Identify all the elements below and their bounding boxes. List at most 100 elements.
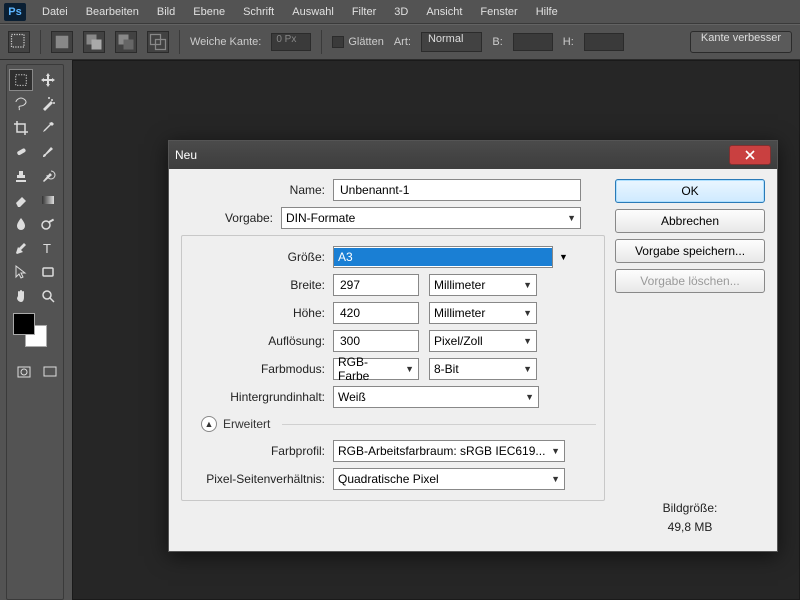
marquee-add-icon[interactable] [83,31,105,53]
height-input[interactable] [333,302,419,324]
colormode-select[interactable]: RGB-Farbe▼ [333,358,419,380]
menu-ebene[interactable]: Ebene [185,3,233,21]
feather-label: Weiche Kante: [190,36,261,48]
brush-tool-icon[interactable] [36,141,60,163]
width-label: Breite: [181,278,333,292]
menu-filter[interactable]: Filter [344,3,384,21]
delete-preset-button[interactable]: Vorgabe löschen... [615,269,765,293]
feather-input[interactable]: 0 Px [271,33,311,51]
resolution-unit-select[interactable]: Pixel/Zoll▼ [429,330,537,352]
marquee-tool-icon[interactable] [9,69,33,91]
move-tool-icon[interactable] [36,69,60,91]
background-label: Hintergrundinhalt: [181,390,333,404]
colormode-value: RGB-Farbe [338,355,399,383]
colormode-label: Farbmodus: [181,362,333,376]
antialias-checkbox[interactable]: Glätten [332,36,383,48]
separator [179,30,180,54]
colorprofile-label: Farbprofil: [181,444,333,458]
marquee-new-icon[interactable] [51,31,73,53]
menu-ansicht[interactable]: Ansicht [418,3,470,21]
eyedropper-tool-icon[interactable] [36,117,60,139]
height-input[interactable] [584,33,624,51]
type-tool-icon[interactable]: T [36,237,60,259]
height-label: Höhe: [181,306,333,320]
close-icon [745,150,755,160]
filesize-info: Bildgröße: 49,8 MB [615,499,765,537]
cancel-button[interactable]: Abbrechen [615,209,765,233]
screenmode-icon[interactable] [39,361,61,383]
lasso-tool-icon[interactable] [9,93,33,115]
resolution-label: Auflösung: [181,334,333,348]
quickmask-icon[interactable] [13,361,35,383]
heal-tool-icon[interactable] [9,141,33,163]
width-unit-value: Millimeter [434,278,485,292]
separator [40,30,41,54]
menu-datei[interactable]: Datei [34,3,76,21]
menubar: Ps Datei Bearbeiten Bild Ebene Schrift A… [0,0,800,24]
foreground-color-swatch[interactable] [13,313,35,335]
crop-tool-icon[interactable] [9,117,33,139]
tools-panel: T [6,64,64,600]
resolution-unit-value: Pixel/Zoll [434,334,483,348]
size-value: A3 [334,248,552,266]
width-input[interactable] [513,33,553,51]
width-input[interactable] [333,274,419,296]
size-label: Größe: [181,250,333,264]
shape-tool-icon[interactable] [36,261,60,283]
width-label: B: [492,36,502,48]
dialog-titlebar[interactable]: Neu [169,141,777,169]
colorprofile-select[interactable]: RGB-Arbeitsfarbraum: sRGB IEC619...▼ [333,440,565,462]
dodge-tool-icon[interactable] [36,213,60,235]
dialog-title: Neu [175,148,197,162]
blur-tool-icon[interactable] [9,213,33,235]
menu-schrift[interactable]: Schrift [235,3,282,21]
hand-tool-icon[interactable] [9,285,33,307]
new-document-dialog: Neu Name: Vorgabe: DIN-Formate▼ Größe: A… [168,140,778,552]
marquee-sub-icon[interactable] [115,31,137,53]
name-label: Name: [181,183,333,197]
separator [321,30,322,54]
menu-bild[interactable]: Bild [149,3,183,21]
bitdepth-select[interactable]: 8-Bit▼ [429,358,537,380]
wand-tool-icon[interactable] [36,93,60,115]
stamp-tool-icon[interactable] [9,165,33,187]
pixelaspect-value: Quadratische Pixel [338,472,439,486]
ok-button[interactable]: OK [615,179,765,203]
background-value: Weiß [338,390,366,404]
advanced-toggle[interactable]: ▲ [201,416,217,432]
pixelaspect-select[interactable]: Quadratische Pixel▼ [333,468,565,490]
menu-bearbeiten[interactable]: Bearbeiten [78,3,147,21]
background-select[interactable]: Weiß▼ [333,386,539,408]
height-unit-value: Millimeter [434,306,485,320]
zoom-tool-icon[interactable] [36,285,60,307]
options-bar: Weiche Kante: 0 Px Glätten Art: Normal B… [0,24,800,60]
name-input[interactable] [333,179,581,201]
eraser-tool-icon[interactable] [9,189,33,211]
advanced-label: Erweitert [223,417,270,431]
filesize-value: 49,8 MB [615,518,765,537]
marquee-intersect-icon[interactable] [147,31,169,53]
height-unit-select[interactable]: Millimeter▼ [429,302,537,324]
save-preset-button[interactable]: Vorgabe speichern... [615,239,765,263]
width-unit-select[interactable]: Millimeter▼ [429,274,537,296]
style-select[interactable]: Normal [421,32,482,52]
colorprofile-value: RGB-Arbeitsfarbraum: sRGB IEC619... [338,444,545,458]
menu-fenster[interactable]: Fenster [472,3,525,21]
history-brush-tool-icon[interactable] [36,165,60,187]
antialias-label: Glätten [348,36,383,48]
pen-tool-icon[interactable] [9,237,33,259]
path-select-tool-icon[interactable] [9,261,33,283]
tool-preset-icon[interactable] [8,31,30,53]
color-swatches[interactable] [9,313,61,353]
menu-3d[interactable]: 3D [386,3,416,21]
size-select[interactable]: A3 [333,246,553,268]
style-label: Art: [394,36,411,48]
gradient-tool-icon[interactable] [36,189,60,211]
menu-hilfe[interactable]: Hilfe [528,3,566,21]
preset-select[interactable]: DIN-Formate▼ [281,207,581,229]
filesize-label: Bildgröße: [615,499,765,518]
close-button[interactable] [729,145,771,165]
resolution-input[interactable] [333,330,419,352]
menu-auswahl[interactable]: Auswahl [284,3,342,21]
refine-edge-button[interactable]: Kante verbesser [690,31,792,53]
